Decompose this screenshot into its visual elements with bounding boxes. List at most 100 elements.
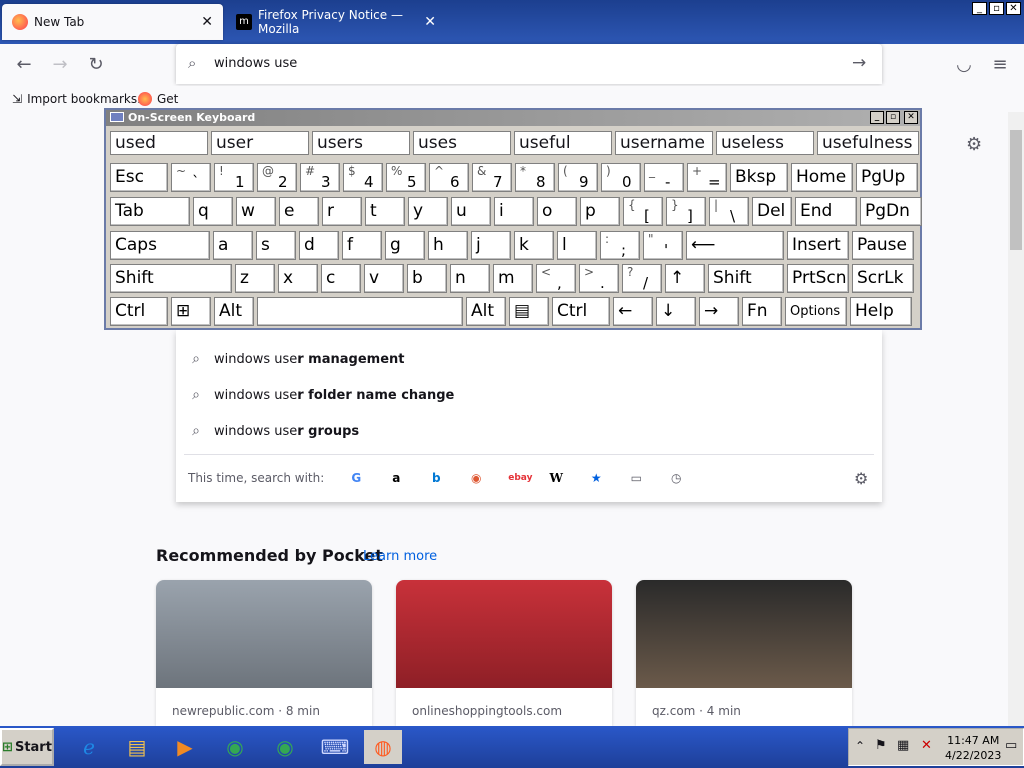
key[interactable]: n xyxy=(450,264,490,293)
key[interactable]: h xyxy=(428,231,468,260)
volume-muted-icon[interactable]: ✕ xyxy=(921,738,932,753)
key[interactable]: _ - xyxy=(644,163,684,192)
google-icon[interactable]: G xyxy=(348,470,364,486)
key[interactable]: PgDn xyxy=(860,197,922,226)
reload-icon[interactable]: ↻ xyxy=(84,54,108,76)
key[interactable]: u xyxy=(451,197,491,226)
key[interactable]: Caps xyxy=(110,231,210,260)
prediction-item[interactable]: usefulness xyxy=(817,131,919,155)
network-icon[interactable]: ▦ xyxy=(897,738,909,753)
key[interactable]: End xyxy=(795,197,857,226)
key[interactable]: PrtScn xyxy=(787,264,849,293)
chrome-icon[interactable]: ◉ xyxy=(216,730,254,764)
key[interactable]: * 8 xyxy=(515,163,555,192)
key[interactable]: @2 xyxy=(257,163,297,192)
key[interactable]: k xyxy=(514,231,554,260)
on-screen-keyboard[interactable]: On-Screen Keyboard _ ▫ ✕ used user users us… xyxy=(104,108,922,330)
duckduckgo-icon[interactable]: ◉ xyxy=(468,470,484,486)
maximize-button[interactable]: ▫ xyxy=(886,111,900,124)
key[interactable]: y xyxy=(408,197,448,226)
key[interactable]: ⊞ xyxy=(171,297,211,326)
key[interactable]: {[ xyxy=(623,197,663,226)
key[interactable]: → xyxy=(699,297,739,326)
key[interactable]: i xyxy=(494,197,534,226)
clock[interactable]: 11:47 AM 4/22/2023 xyxy=(945,733,1001,763)
pocket-card[interactable]: onlineshoppingtools.com xyxy=(396,580,612,726)
close-icon[interactable]: ✕ xyxy=(424,14,436,30)
key[interactable]: Fn xyxy=(742,297,782,326)
key[interactable]: Shift xyxy=(708,264,784,293)
key[interactable]: v xyxy=(364,264,404,293)
key[interactable]: b xyxy=(407,264,447,293)
suggestion-item[interactable]: ⌕ windows use r management xyxy=(188,347,404,371)
key[interactable]: % 5 xyxy=(386,163,426,192)
firefox-icon[interactable]: ◍ xyxy=(364,730,402,764)
key[interactable]: #3 xyxy=(300,163,340,192)
prediction-item[interactable]: useless xyxy=(716,131,814,155)
key[interactable]: s xyxy=(256,231,296,260)
key[interactable]: Options xyxy=(785,297,847,326)
start-button[interactable]: ⊞ Start xyxy=(0,728,54,766)
key[interactable]: ~ ` xyxy=(171,163,211,192)
url-input[interactable]: windows use xyxy=(214,56,297,71)
key[interactable]: ⟵ xyxy=(686,231,784,260)
key[interactable]: $4 xyxy=(343,163,383,192)
key[interactable]: :; xyxy=(600,231,640,260)
key[interactable]: ) 0 xyxy=(601,163,641,192)
key[interactable]: f xyxy=(342,231,382,260)
suggestion-item[interactable]: ⌕ windows use r folder name change xyxy=(188,383,454,407)
prediction-item[interactable]: users xyxy=(312,131,410,155)
key[interactable]: ScrLk xyxy=(852,264,914,293)
key[interactable]: ↓ xyxy=(656,297,696,326)
key[interactable]: ^ 6 xyxy=(429,163,469,192)
prediction-item[interactable]: used xyxy=(110,131,208,155)
bing-icon[interactable]: b xyxy=(428,470,444,486)
chevron-up-icon[interactable]: ⌃ xyxy=(855,739,865,753)
key[interactable]: Ctrl xyxy=(110,297,168,326)
key[interactable]: Tab xyxy=(110,197,190,226)
menu-icon[interactable]: ≡ xyxy=(988,54,1012,76)
key[interactable]: Alt xyxy=(466,297,506,326)
key[interactable]: & 7 xyxy=(472,163,512,192)
prediction-item[interactable]: useful xyxy=(514,131,612,155)
explorer-icon[interactable]: ▤ xyxy=(118,730,156,764)
prediction-item[interactable]: user xyxy=(211,131,309,155)
tabs-icon[interactable]: ▭ xyxy=(628,470,644,486)
key[interactable]: PgUp xyxy=(856,163,918,192)
key[interactable]: g xyxy=(385,231,425,260)
show-desktop-icon[interactable]: ▭ xyxy=(1005,738,1017,753)
key[interactable]: r xyxy=(322,197,362,226)
key[interactable]: Insert xyxy=(787,231,849,260)
minimize-button[interactable]: _ xyxy=(972,2,987,15)
osk-titlebar[interactable]: On-Screen Keyboard _ ▫ ✕ xyxy=(106,110,920,126)
key[interactable]: z xyxy=(235,264,275,293)
close-window-button[interactable]: ✕ xyxy=(1006,2,1021,15)
key[interactable]: p xyxy=(580,197,620,226)
chrome-icon[interactable]: ◉ xyxy=(266,730,304,764)
key[interactable]: ↑ xyxy=(665,264,705,293)
ie-icon[interactable]: ℯ xyxy=(70,730,108,764)
key[interactable]: q xyxy=(193,197,233,226)
key[interactable]: m xyxy=(493,264,533,293)
tab-privacy-notice[interactable]: m Firefox Privacy Notice — Mozilla ✕ xyxy=(226,4,446,40)
key[interactable]: ← xyxy=(613,297,653,326)
minimize-button[interactable]: _ xyxy=(870,111,884,124)
key[interactable]: Alt xyxy=(214,297,254,326)
flag-icon[interactable]: ⚑ xyxy=(875,738,887,753)
key[interactable]: >. xyxy=(579,264,619,293)
key[interactable]: }] xyxy=(666,197,706,226)
key[interactable]: Home xyxy=(791,163,853,192)
bookmarks-icon[interactable]: ★ xyxy=(588,470,604,486)
key[interactable]: Esc xyxy=(110,163,168,192)
scrollbar-thumb[interactable] xyxy=(1010,130,1022,250)
key[interactable]: + = xyxy=(687,163,727,192)
amazon-icon[interactable]: a xyxy=(388,470,404,486)
key[interactable]: ? / xyxy=(622,264,662,293)
key[interactable] xyxy=(257,297,463,326)
history-icon[interactable]: ◷ xyxy=(668,470,684,486)
key[interactable]: " ' xyxy=(643,231,683,260)
pocket-icon[interactable]: ◡ xyxy=(952,54,976,76)
pocket-card[interactable]: qz.com · 4 min xyxy=(636,580,852,726)
forward-icon[interactable]: → xyxy=(48,54,72,76)
key[interactable]: ! 1 xyxy=(214,163,254,192)
